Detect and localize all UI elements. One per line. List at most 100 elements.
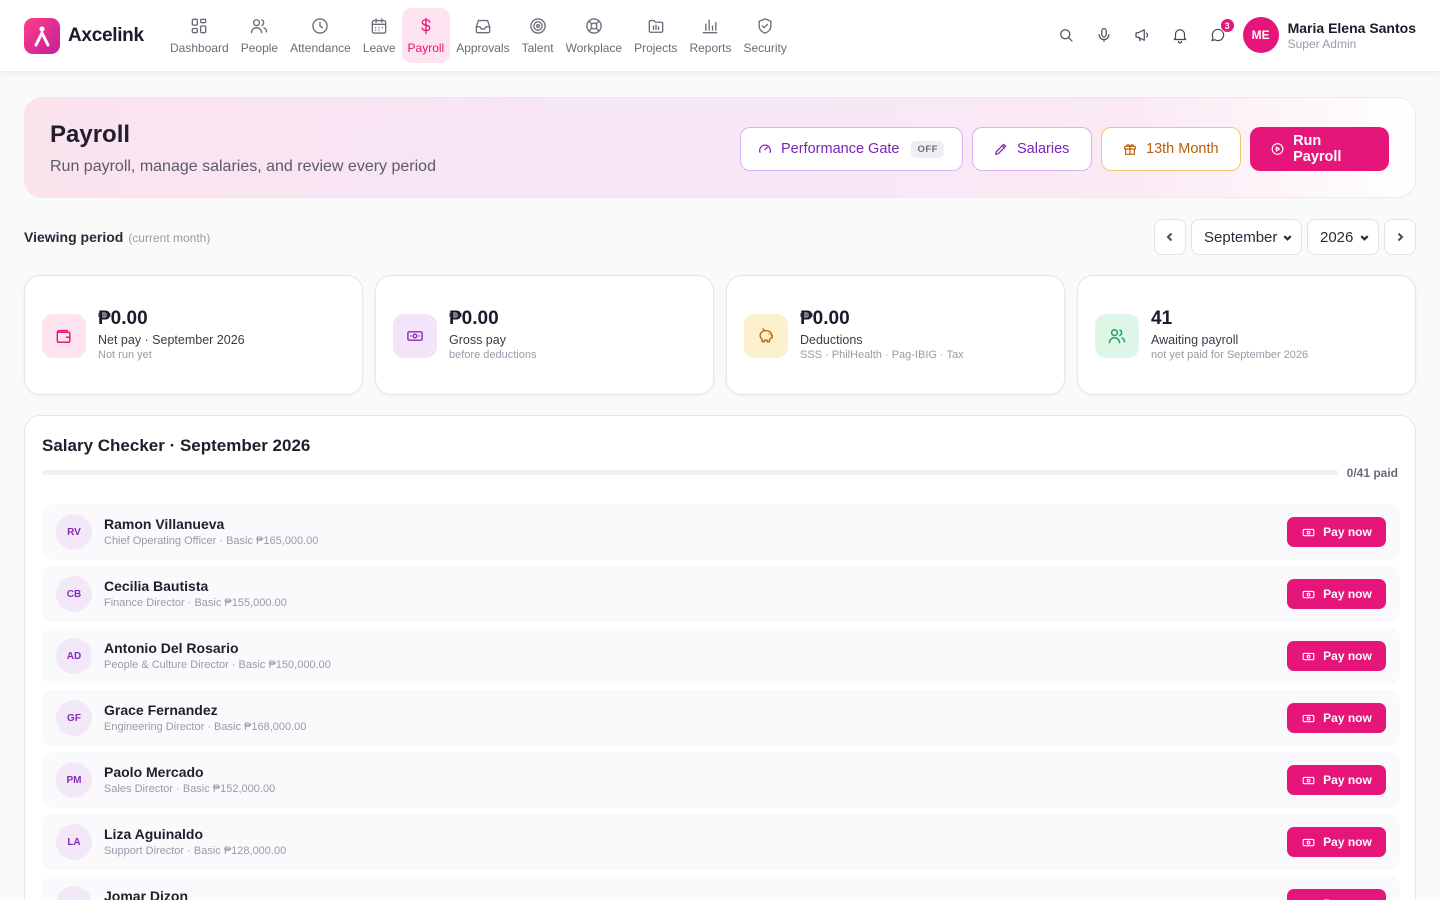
stat-label: Deductions [800, 333, 863, 347]
main-nav: Dashboard People Attendance Leave Payrol… [164, 8, 793, 63]
pencil-icon [995, 143, 1007, 155]
user-menu[interactable]: ME Maria Elena Santos Super Admin [1242, 17, 1416, 53]
nav-item-payroll[interactable]: Payroll [401, 8, 451, 63]
nav-label: Attendance [290, 41, 351, 55]
nav-item-reports[interactable]: Reports [683, 8, 737, 63]
employee-name: Cecilia Bautista [104, 578, 209, 594]
stat-label: Awaiting payroll [1151, 333, 1239, 347]
chevron-right-icon [1397, 232, 1404, 242]
employee-name: Antonio Del Rosario [104, 640, 239, 656]
cash-icon [407, 331, 423, 341]
bar-chart-icon [703, 19, 718, 34]
employee-avatar: AD [56, 638, 92, 674]
employee-name: Ramon Villanueva [104, 516, 225, 532]
employee-row: JD Jomar Dizon Pay now [42, 876, 1400, 900]
nav-item-people[interactable]: People [235, 8, 284, 63]
pay-now-button[interactable]: Pay now [1287, 579, 1386, 609]
calendar-icon [371, 18, 387, 34]
employee-avatar: RV [56, 514, 92, 550]
nav-item-leave[interactable]: Leave [357, 8, 402, 63]
run-payroll-label: Run Payroll [1293, 133, 1342, 165]
nav-label: Dashboard [170, 41, 229, 55]
paid-progress-text: 0/41 paid [1346, 466, 1398, 480]
gauge-icon [759, 144, 771, 153]
search-button[interactable] [1047, 16, 1085, 54]
stat-card-gross-pay: ₱0.00 Gross pay before deductions [375, 275, 714, 395]
year-select-value: 2026 [1320, 228, 1354, 246]
stat-value: 41 [1151, 308, 1173, 329]
employee-row: LA Liza Aguinaldo Support Director · Bas… [42, 814, 1400, 870]
nav-label: Workplace [565, 41, 623, 55]
pay-now-label: Pay now [1323, 649, 1372, 663]
year-select[interactable]: 2026 [1307, 219, 1379, 255]
dollar-icon [421, 17, 431, 35]
chevron-left-icon [1166, 232, 1173, 242]
announcements-button[interactable] [1123, 16, 1161, 54]
month-select-value: September [1204, 228, 1278, 246]
employee-avatar: PM [56, 762, 92, 798]
target-icon [529, 18, 546, 34]
employee-detail: Support Director · Basic ₱128,000.00 [104, 845, 287, 857]
nav-item-talent[interactable]: Talent [516, 8, 560, 63]
paid-progress-bar [42, 470, 1338, 475]
pay-now-button[interactable]: Pay now [1287, 827, 1386, 857]
salaries-button[interactable]: Salaries [972, 127, 1092, 171]
nav-item-projects[interactable]: Projects [628, 8, 683, 63]
pay-now-button[interactable]: Pay now [1287, 889, 1386, 900]
nav-item-attendance[interactable]: Attendance [284, 8, 357, 63]
salaries-label: Salaries [1017, 141, 1070, 157]
nav-item-approvals[interactable]: Approvals [450, 8, 515, 63]
page-subtitle: Run payroll, manage salaries, and review… [50, 158, 436, 175]
shield-icon [758, 18, 772, 34]
stat-value: ₱0.00 [98, 308, 148, 329]
performance-gate-label: Performance Gate [781, 141, 900, 157]
piggy-bank-icon [759, 328, 773, 343]
chevron-down-icon [1360, 234, 1369, 241]
notifications-button[interactable] [1161, 16, 1199, 54]
app-logo[interactable]: Axcelink [24, 18, 144, 54]
pay-now-button[interactable]: Pay now [1287, 641, 1386, 671]
viewing-period-label: Viewing period (current month) [24, 229, 210, 245]
run-payroll-button[interactable]: Run Payroll [1250, 127, 1389, 171]
month-select[interactable]: September [1191, 219, 1302, 255]
stat-value: ₱0.00 [449, 308, 499, 329]
nav-item-workplace[interactable]: Workplace [560, 8, 628, 63]
performance-gate-button[interactable]: Performance Gate OFF [740, 127, 963, 171]
nav-label: Security [743, 41, 787, 55]
stat-icon-box [1095, 314, 1139, 358]
period-controls: September 2026 [1154, 219, 1416, 255]
next-period-button[interactable] [1384, 219, 1416, 255]
stat-subtext: before deductions [449, 349, 537, 361]
stat-card-awaiting-payroll: 41 Awaiting payroll not yet paid for Sep… [1077, 275, 1416, 395]
period-hint: (current month) [128, 231, 211, 245]
employee-avatar: GF [56, 700, 92, 736]
microphone-icon [1098, 28, 1110, 42]
employee-avatar: JD [56, 886, 92, 900]
avatar: ME [1242, 17, 1279, 53]
gift-icon [1124, 144, 1136, 155]
previous-period-button[interactable] [1154, 219, 1186, 255]
employee-detail: Sales Director · Basic ₱152,000.00 [104, 783, 276, 795]
stat-subtext: Not run yet [98, 349, 152, 361]
pay-now-button[interactable]: Pay now [1287, 703, 1386, 733]
nav-label: Payroll [407, 41, 445, 55]
nav-label: Talent [521, 41, 554, 55]
wallet-icon [56, 329, 71, 343]
pay-now-button[interactable]: Pay now [1287, 765, 1386, 795]
employee-list: RV Ramon Villanueva Chief Operating Offi… [42, 504, 1400, 900]
pay-now-label: Pay now [1323, 711, 1372, 725]
messages-button[interactable]: 3 [1199, 16, 1237, 54]
inbox-icon [475, 19, 491, 34]
period-label-text: Viewing period [24, 229, 124, 245]
stat-icon-box [744, 314, 788, 358]
nav-item-dashboard[interactable]: Dashboard [164, 8, 235, 63]
pay-now-button[interactable]: Pay now [1287, 517, 1386, 547]
nav-item-security[interactable]: Security [737, 8, 792, 63]
payroll-summary: ₱0.00 Net pay · September 2026 Not run y… [24, 275, 1416, 395]
salary-checker-panel: Salary Checker · September 2026 0/41 pai… [24, 415, 1416, 900]
header-actions: Performance Gate OFF Salaries 13th Month… [740, 127, 1389, 171]
voice-button[interactable] [1085, 16, 1123, 54]
people-icon [251, 19, 268, 34]
thirteenth-month-button[interactable]: 13th Month [1101, 127, 1241, 171]
nav-label: People [240, 41, 279, 55]
